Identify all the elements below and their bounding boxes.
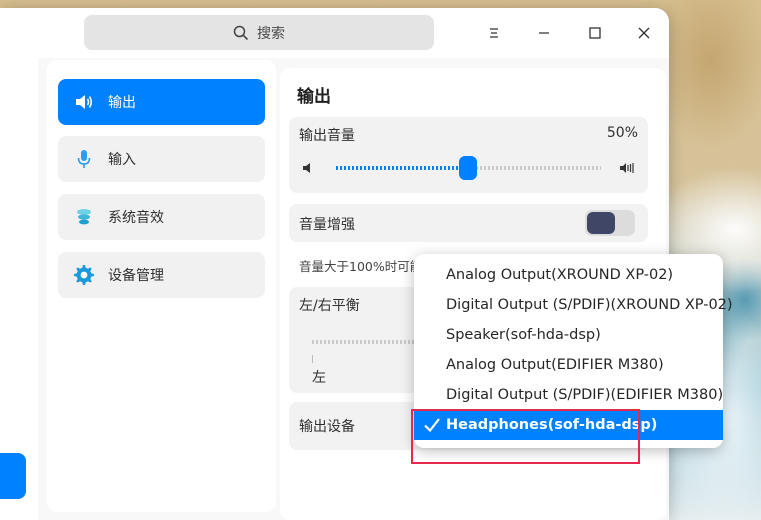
nav-item-label: 系统音效 bbox=[108, 210, 164, 226]
nav-item-label: 设备管理 bbox=[108, 268, 164, 284]
volume-high-icon bbox=[620, 163, 634, 173]
output-volume-value: 50% bbox=[606, 125, 638, 141]
nav-item-label: 输出 bbox=[108, 95, 136, 111]
dropdown-option[interactable]: Digital Output (S/PDIF)(XROUND XP-02) bbox=[414, 290, 733, 320]
dropdown-option-label: Analog Output(XROUND XP-02) bbox=[446, 267, 674, 283]
search-placeholder: 搜索 bbox=[257, 25, 285, 42]
nav-item-input[interactable]: 输入 bbox=[58, 136, 265, 182]
dropdown-option[interactable]: Analog Output(XROUND XP-02) bbox=[414, 260, 723, 290]
volume-boost-toggle[interactable] bbox=[585, 210, 635, 236]
output-volume-card: 输出音量 50% bbox=[289, 117, 648, 193]
balance-left-label: 左 bbox=[312, 370, 326, 386]
dropdown-option-label: Speaker(sof-hda-dsp) bbox=[446, 327, 601, 343]
microphone-icon bbox=[72, 147, 96, 171]
output-volume-slider-fill bbox=[336, 166, 469, 170]
close-icon bbox=[638, 27, 650, 39]
minimize-icon bbox=[539, 32, 549, 34]
balance-slider[interactable] bbox=[312, 340, 422, 344]
volume-boost-label: 音量增强 bbox=[299, 217, 355, 233]
nav-item-output[interactable]: 输出 bbox=[58, 79, 265, 125]
sound-effects-icon bbox=[72, 205, 96, 229]
balance-label: 左/右平衡 bbox=[299, 298, 360, 314]
dropdown-option-label: Digital Output (S/PDIF)(XROUND XP-02) bbox=[446, 297, 733, 313]
speaker-icon bbox=[72, 90, 96, 114]
titlebar: 搜索 bbox=[0, 8, 669, 58]
search-icon bbox=[233, 25, 249, 40]
nav-item-sound-effects[interactable]: 系统音效 bbox=[58, 194, 265, 240]
dropdown-option[interactable]: Speaker(sof-hda-dsp) bbox=[414, 320, 723, 350]
output-device-label: 输出设备 bbox=[299, 419, 355, 435]
main-sidebar-edge bbox=[0, 58, 38, 520]
menu-icon bbox=[490, 28, 498, 38]
volume-boost-toggle-knob bbox=[587, 212, 615, 234]
close-button[interactable] bbox=[633, 22, 655, 44]
dropdown-option-label: Digital Output (S/PDIF)(EDIFIER M380) bbox=[446, 387, 724, 403]
dropdown-option-label: Analog Output(EDIFIER M380) bbox=[446, 357, 664, 373]
volume-boost-card: 音量增强 bbox=[289, 204, 648, 242]
dropdown-option[interactable]: Digital Output (S/PDIF)(EDIFIER M380) bbox=[414, 380, 723, 410]
gear-icon bbox=[72, 263, 96, 287]
volume-low-icon bbox=[303, 163, 310, 173]
nav-item-device-management[interactable]: 设备管理 bbox=[58, 252, 265, 298]
menu-button[interactable] bbox=[483, 22, 505, 44]
nav-item-label: 输入 bbox=[108, 152, 136, 168]
section-title: 输出 bbox=[297, 87, 331, 107]
output-volume-slider-knob[interactable] bbox=[459, 156, 477, 180]
maximize-button[interactable] bbox=[584, 22, 606, 44]
balance-slider-tick bbox=[312, 355, 313, 363]
dropdown-option[interactable]: Analog Output(EDIFIER M380) bbox=[414, 350, 723, 380]
sound-nav-pane: 输出 输入 系统音效 设备管理 bbox=[47, 60, 276, 512]
selection-highlight-box bbox=[411, 409, 640, 464]
search-input[interactable]: 搜索 bbox=[84, 15, 434, 50]
main-sidebar-active-item[interactable] bbox=[0, 453, 26, 499]
maximize-icon bbox=[589, 27, 601, 39]
output-volume-label: 输出音量 bbox=[299, 128, 355, 144]
minimize-button[interactable] bbox=[533, 22, 555, 44]
